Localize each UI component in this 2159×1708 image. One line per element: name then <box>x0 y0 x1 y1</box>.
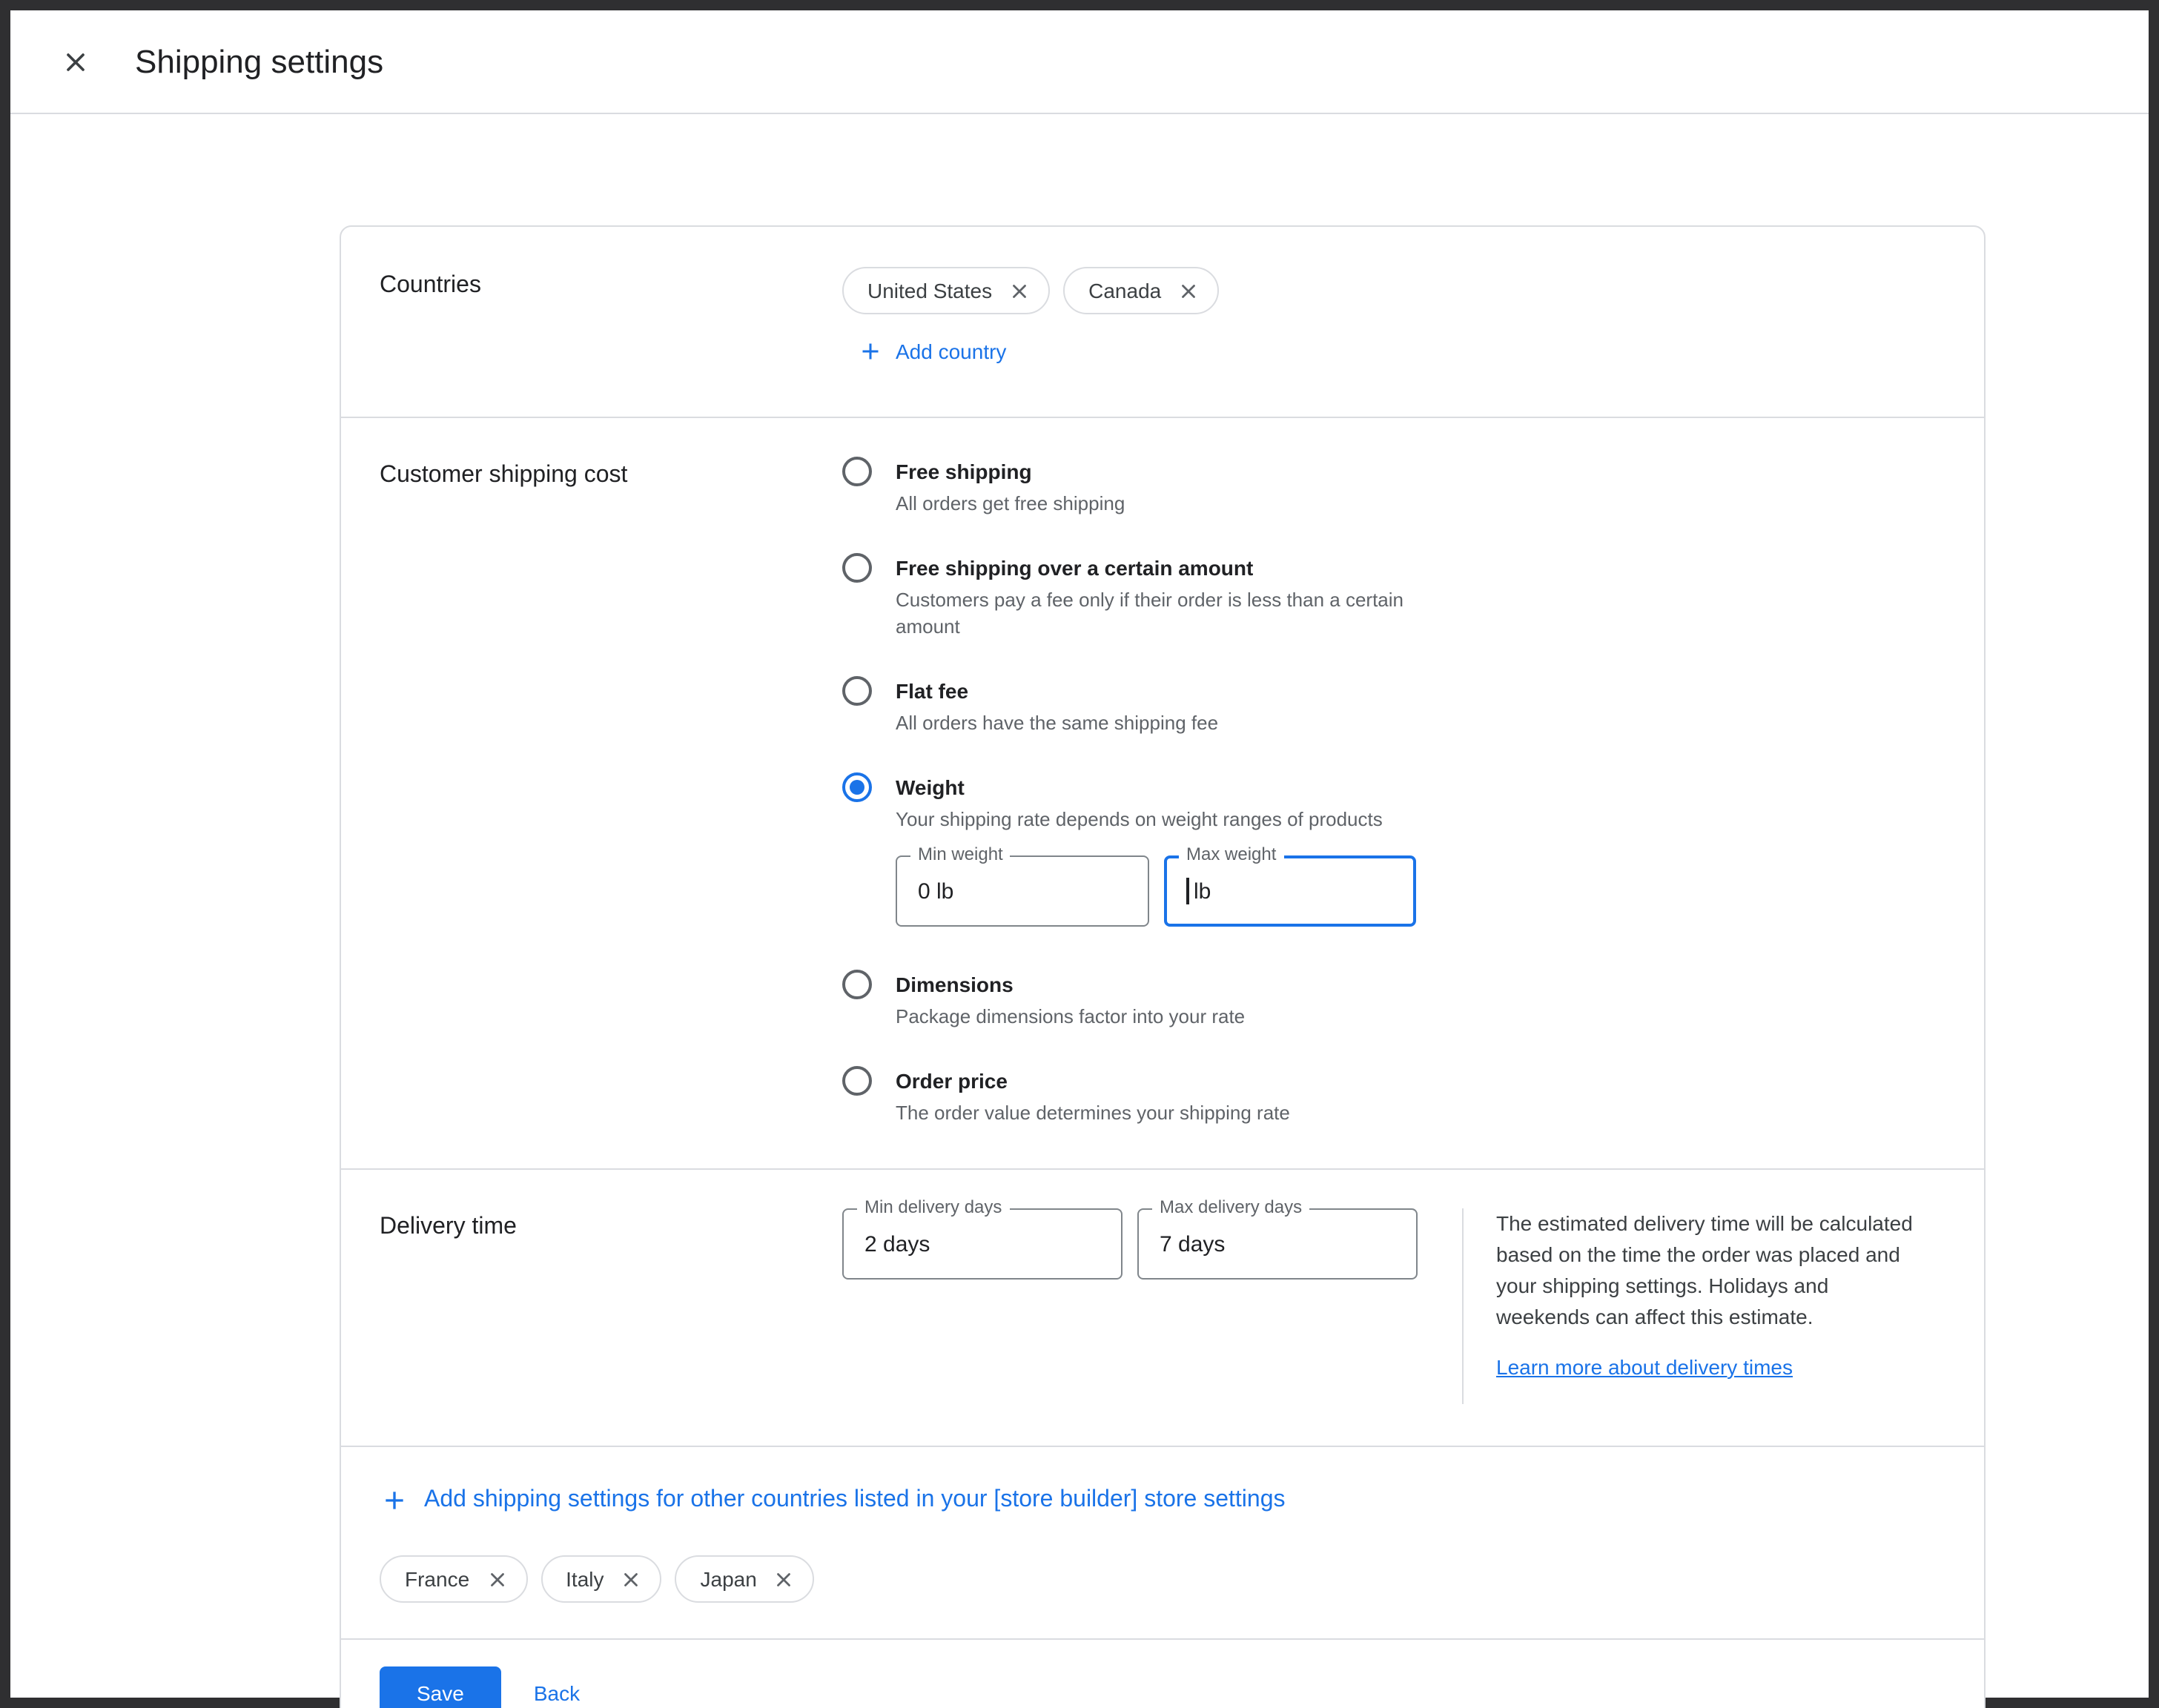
option-description: Your shipping rate depends on weight ran… <box>896 807 1416 833</box>
option-title: Order price <box>896 1066 1290 1096</box>
shipping-settings-window: Shipping settings Countries United State… <box>0 0 2159 1708</box>
country-chip-row: United States Canada <box>842 267 1219 314</box>
option-description: The order value determines your shipping… <box>896 1100 1290 1127</box>
max-delivery-label: Max delivery days <box>1152 1198 1309 1217</box>
max-weight-label: Max weight <box>1179 845 1283 864</box>
option-title: Dimensions <box>896 970 1245 999</box>
option-description: All orders have the same shipping fee <box>896 710 1218 737</box>
country-chip-united-states: United States <box>842 267 1050 314</box>
remove-country-icon[interactable] <box>483 1565 511 1593</box>
countries-content: United States Canada <box>842 267 1219 372</box>
text-caret <box>1186 878 1188 904</box>
delivery-time-label: Delivery time <box>380 1208 842 1404</box>
shipping-option-dimensions[interactable]: Dimensions Package dimensions factor int… <box>842 970 1418 1030</box>
shipping-option-weight[interactable]: Weight Your shipping rate depends on wei… <box>842 772 1418 934</box>
option-description: Package dimensions factor into your rate <box>896 1004 1245 1030</box>
max-weight-input[interactable] <box>1164 855 1416 927</box>
other-countries-section: Add shipping settings for other countrie… <box>341 1446 1984 1638</box>
min-weight-label: Min weight <box>910 845 1011 864</box>
add-other-countries-button[interactable]: Add shipping settings for other countrie… <box>380 1486 1286 1515</box>
shipping-option-order-price[interactable]: Order price The order value determines y… <box>842 1066 1418 1127</box>
shipping-option-free-shipping[interactable]: Free shipping All orders get free shippi… <box>842 457 1418 517</box>
delivery-times-link[interactable]: Learn more about delivery times <box>1496 1352 1793 1383</box>
remove-country-icon[interactable] <box>770 1565 799 1593</box>
remove-country-icon[interactable] <box>1174 277 1203 305</box>
country-chip-label: Canada <box>1088 279 1161 302</box>
back-button[interactable]: Back <box>534 1681 580 1705</box>
country-chip-italy: Italy <box>540 1555 661 1603</box>
country-chip-label: United States <box>867 279 992 302</box>
country-chip-label: Italy <box>566 1567 604 1591</box>
radio-order-price[interactable] <box>842 1066 872 1096</box>
option-title: Weight <box>896 772 1416 802</box>
radio-free-shipping[interactable] <box>842 457 872 486</box>
add-country-label: Add country <box>896 340 1006 363</box>
add-other-countries-label: Add shipping settings for other countrie… <box>424 1487 1286 1514</box>
shipping-cost-label: Customer shipping cost <box>380 457 842 1127</box>
country-chip-france: France <box>380 1555 527 1603</box>
plus-icon <box>857 338 884 365</box>
min-delivery-field: Min delivery days <box>842 1208 1123 1404</box>
radio-weight[interactable] <box>842 772 872 802</box>
delivery-help-text: The estimated delivery time will be calc… <box>1496 1208 1923 1333</box>
shipping-cost-options: Free shipping All orders get free shippi… <box>842 457 1418 1127</box>
delivery-help: The estimated delivery time will be calc… <box>1496 1208 1923 1404</box>
country-chip-label: France <box>405 1567 469 1591</box>
remove-country-icon[interactable] <box>618 1565 646 1593</box>
add-country-button[interactable]: Add country <box>857 338 1006 365</box>
min-weight-field: Min weight <box>896 855 1149 927</box>
radio-free-over-amount[interactable] <box>842 553 872 583</box>
country-chip-japan: Japan <box>675 1555 815 1603</box>
remove-country-icon[interactable] <box>1005 277 1034 305</box>
vertical-divider <box>1462 1208 1464 1404</box>
max-delivery-input[interactable] <box>1137 1208 1418 1280</box>
max-weight-field: Max weight <box>1164 855 1416 927</box>
min-delivery-label: Min delivery days <box>857 1198 1009 1217</box>
footer-actions: Save Back <box>341 1638 1984 1708</box>
page-title: Shipping settings <box>135 42 383 81</box>
min-delivery-input[interactable] <box>842 1208 1123 1280</box>
countries-label: Countries <box>380 267 842 372</box>
delivery-fields: Min delivery days Max delivery days <box>842 1208 1418 1404</box>
delivery-time-section: Delivery time Min delivery days Max deli… <box>341 1168 1984 1446</box>
plus-icon <box>380 1486 409 1515</box>
radio-flat-fee[interactable] <box>842 676 872 706</box>
country-chip-canada: Canada <box>1063 267 1219 314</box>
countries-section: Countries United States Canada <box>341 227 1984 417</box>
other-country-chip-row: France Italy Japan <box>380 1555 1945 1603</box>
option-description: All orders get free shipping <box>896 491 1125 517</box>
save-button[interactable]: Save <box>380 1666 501 1708</box>
shipping-cost-section: Customer shipping cost Free shipping All… <box>341 417 1984 1168</box>
option-description: Customers pay a fee only if their order … <box>896 587 1418 640</box>
radio-dimensions[interactable] <box>842 970 872 999</box>
country-chip-label: Japan <box>701 1567 757 1591</box>
option-title: Free shipping <box>896 457 1125 486</box>
option-title: Free shipping over a certain amount <box>896 553 1418 583</box>
shipping-option-free-over-amount[interactable]: Free shipping over a certain amount Cust… <box>842 553 1418 640</box>
shipping-settings-card: Countries United States Canada <box>340 225 1986 1708</box>
min-weight-input[interactable] <box>896 855 1149 927</box>
top-bar: Shipping settings <box>10 10 2149 114</box>
weight-fields: Min weight Max weight <box>896 855 1416 927</box>
shipping-option-flat-fee[interactable]: Flat fee All orders have the same shippi… <box>842 676 1418 737</box>
close-icon[interactable] <box>55 41 96 82</box>
option-title: Flat fee <box>896 676 1218 706</box>
max-delivery-field: Max delivery days <box>1137 1208 1418 1404</box>
